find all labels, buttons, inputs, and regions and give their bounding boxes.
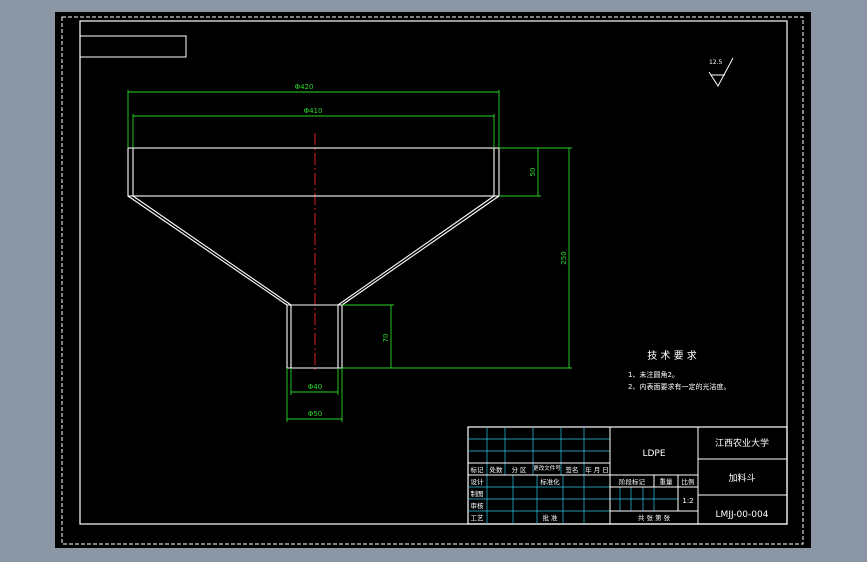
tb-standardization: 标准化: [540, 477, 560, 486]
tb-material: LDPE: [642, 449, 665, 459]
tech-requirement-item: 1、未注圆角2。: [628, 370, 679, 379]
dim-top-inner-diameter: Φ410: [304, 107, 323, 115]
dim-spout-inner-diameter: Φ40: [308, 383, 322, 391]
tb-col-date: 年 月 日: [585, 465, 609, 474]
tb-scale-value: 1:2: [682, 497, 693, 505]
roughness-value: 12.5: [709, 59, 723, 66]
cad-drawing-sheet: 12.5 Φ420 Φ410 50 250 70 Φ40 Φ50 技 术 要 求…: [55, 12, 811, 548]
dim-overall-height: 250: [560, 251, 568, 264]
dim-rim-height: 50: [529, 168, 537, 177]
tb-part-name: 加料斗: [728, 472, 755, 484]
tb-row-process: 工艺: [471, 514, 485, 522]
tb-col-count: 处数: [490, 465, 504, 474]
tech-requirements-title: 技 术 要 求: [647, 349, 697, 362]
tb-row-review: 审核: [471, 501, 485, 510]
tb-row-design: 设计: [471, 477, 485, 486]
tb-col-signature: 签名: [566, 465, 579, 474]
tb-col-mark: 标记: [471, 465, 485, 474]
tb-scale-label: 比例: [682, 477, 695, 486]
tb-sheets: 共 张 第 张: [638, 513, 671, 522]
tb-approval: 批 准: [542, 513, 558, 522]
tb-weight: 重量: [660, 478, 674, 486]
tb-organization: 江西农业大学: [715, 437, 769, 449]
tech-requirement-item: 2、内表面要求有一定的光洁度。: [628, 382, 730, 391]
dim-spout-outer-diameter: Φ50: [308, 410, 322, 418]
tb-col-zone: 分 区: [511, 465, 527, 474]
tb-row-drafting: 制图: [471, 489, 484, 498]
tb-col-change-doc: 更改文件号: [533, 464, 561, 472]
dim-top-outer-diameter: Φ420: [295, 83, 314, 91]
dim-spout-height: 70: [382, 334, 390, 343]
tb-drawing-number: LMJJ-00-004: [716, 510, 769, 520]
tb-stage-mark: 阶段标记: [619, 477, 646, 486]
